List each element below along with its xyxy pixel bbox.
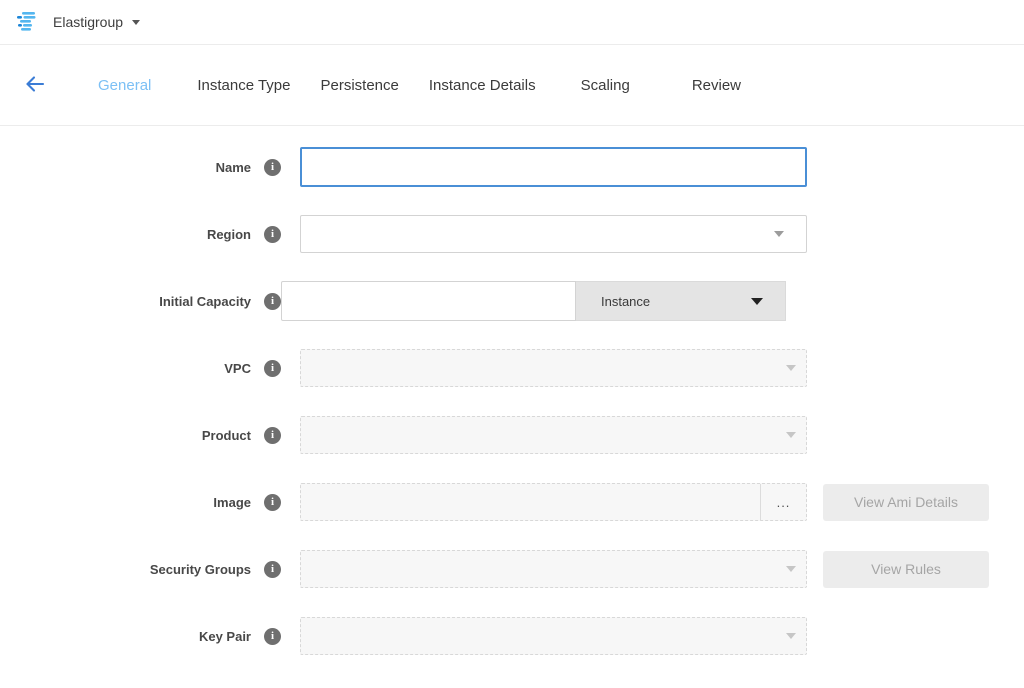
form-row-initial-capacity: Initial Capacity i Instance [0,281,1024,321]
view-ami-details-button[interactable]: View Ami Details [823,484,989,521]
initial-capacity-field: Instance [281,281,786,321]
wizard-tab-bar: General Instance Type Persistence Instan… [0,45,1024,126]
form-row-region: Region i [0,214,1024,254]
vpc-field [300,349,807,387]
product-select [300,416,807,454]
product-info-icon[interactable]: i [264,427,281,444]
initial-capacity-input[interactable] [281,281,576,321]
chevron-down-icon [786,633,796,639]
image-label-cell: Image i [0,494,281,511]
region-select[interactable] [300,215,807,253]
back-button[interactable] [21,71,49,99]
general-settings-form: Name i Region i Initial Capacit [0,126,1024,656]
tab-instance-details[interactable]: Instance Details [429,77,536,94]
security-groups-label-cell: Security Groups i [0,561,281,578]
image-info-icon[interactable]: i [264,494,281,511]
image-field: ... [300,483,807,521]
form-row-security-groups: Security Groups i View Rules [0,549,1024,589]
chevron-down-icon [751,298,763,305]
tab-review[interactable]: Review [692,77,741,94]
vpc-info-icon[interactable]: i [264,360,281,377]
chevron-down-icon [786,432,796,438]
region-label: Region [207,227,251,242]
image-browse-button[interactable]: ... [760,484,806,520]
region-field [300,215,807,253]
key-pair-label: Key Pair [199,629,251,644]
key-pair-select [300,617,807,655]
name-field [300,147,807,187]
elastigroup-create-screen: Elastigroup General Instance Type Persis… [0,0,1024,688]
tab-scaling[interactable]: Scaling [581,77,630,94]
chevron-down-icon [786,365,796,371]
form-row-name: Name i [0,147,1024,187]
chevron-down-icon [132,20,140,25]
view-rules-button[interactable]: View Rules [823,551,989,588]
product-label: Product [202,428,251,443]
top-bar: Elastigroup [0,0,1024,45]
chevron-down-icon [786,566,796,572]
arrow-left-icon [23,72,47,99]
name-input[interactable] [300,147,807,187]
vpc-select [300,349,807,387]
product-field [300,416,807,454]
capacity-unit-value: Instance [601,294,650,309]
form-row-vpc: VPC i [0,348,1024,388]
key-pair-info-icon[interactable]: i [264,628,281,645]
security-groups-label: Security Groups [150,562,251,577]
key-pair-field [300,617,807,655]
initial-capacity-info-icon[interactable]: i [264,293,281,310]
security-groups-select [300,550,807,588]
product-name: Elastigroup [53,14,123,30]
region-info-icon[interactable]: i [264,226,281,243]
capacity-unit-select[interactable]: Instance [576,281,786,321]
tab-persistence[interactable]: Persistence [321,77,399,94]
name-label: Name [216,160,251,175]
tab-instance-type[interactable]: Instance Type [197,77,290,94]
initial-capacity-label-cell: Initial Capacity i [0,293,281,310]
security-groups-field [300,550,807,588]
image-value [301,484,760,520]
form-row-key-pair: Key Pair i [0,616,1024,656]
name-info-icon[interactable]: i [264,159,281,176]
image-input-group: ... [300,483,807,521]
vpc-label: VPC [224,361,251,376]
region-label-cell: Region i [0,226,281,243]
security-groups-info-icon[interactable]: i [264,561,281,578]
vpc-label-cell: VPC i [0,360,281,377]
chevron-down-icon [774,231,784,237]
wizard-tabs: General Instance Type Persistence Instan… [98,77,741,94]
product-label-cell: Product i [0,427,281,444]
key-pair-label-cell: Key Pair i [0,628,281,645]
image-label: Image [213,495,251,510]
form-row-product: Product i [0,415,1024,455]
product-switcher[interactable]: Elastigroup [53,14,140,30]
elastigroup-logo-icon [16,11,42,33]
name-label-cell: Name i [0,159,281,176]
form-row-image: Image i ... View Ami Details [0,482,1024,522]
tab-general[interactable]: General [98,77,151,94]
initial-capacity-label: Initial Capacity [159,294,251,309]
